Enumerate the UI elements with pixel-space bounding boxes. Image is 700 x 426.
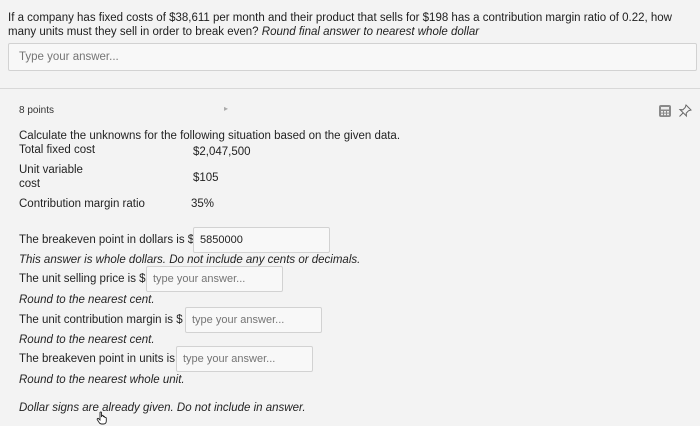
breakeven-units-label: The breakeven point in units is (19, 353, 175, 365)
separator-dot: ▸ (224, 104, 229, 113)
given-label-fixed-cost: Total fixed cost (19, 144, 96, 156)
given-label-cm-ratio: Contribution margin ratio (19, 198, 145, 210)
unit-cm-label: The unit contribution margin is $ (19, 314, 183, 326)
question-1-answer-input[interactable] (8, 43, 697, 71)
given-value-unit-variable: $105 (193, 172, 219, 184)
unit-price-label: The unit selling price is $ (19, 273, 146, 285)
breakeven-dollars-input[interactable] (193, 227, 330, 253)
unit-cm-note: Round to the nearest cent. (19, 334, 155, 346)
question-2-title: Calculate the unknowns for the following… (19, 130, 401, 142)
points-label: 8 points (19, 105, 55, 116)
pin-icon[interactable] (678, 104, 692, 118)
calculator-icon[interactable] (658, 104, 672, 118)
breakeven-dollars-note: This answer is whole dollars. Do not inc… (19, 254, 361, 266)
breakeven-dollars-label: The breakeven point in dollars is $ (19, 234, 195, 246)
question-divider (0, 88, 700, 89)
given-label-unit-variable-line2: cost (19, 178, 41, 190)
question-1-text: If a company has fixed costs of $38,611 … (8, 11, 698, 39)
given-label-unit-variable-line1: Unit variable (19, 164, 83, 176)
unit-cm-input[interactable] (185, 307, 322, 333)
breakeven-units-input[interactable] (176, 346, 313, 372)
question-1-instruction: Round final answer to nearest whole doll… (261, 26, 480, 38)
footer-note: Dollar signs are already given. Do not i… (19, 402, 306, 414)
given-value-fixed-cost: $2,047,500 (193, 146, 251, 158)
unit-price-input[interactable] (146, 266, 283, 292)
given-value-cm-ratio: 35% (191, 198, 215, 210)
pointer-hand-icon (96, 411, 107, 425)
unit-price-note: Round to the nearest cent. (19, 294, 155, 306)
breakeven-units-note: Round to the nearest whole unit. (19, 374, 185, 386)
